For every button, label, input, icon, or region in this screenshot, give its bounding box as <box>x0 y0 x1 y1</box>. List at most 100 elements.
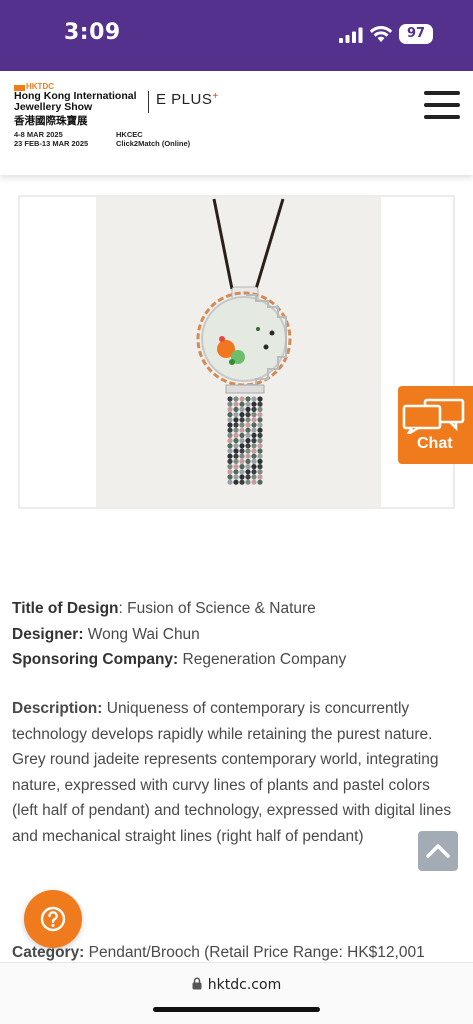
tassel-bead <box>251 432 257 438</box>
tassel-bead <box>251 448 257 454</box>
tassel-bead <box>245 427 251 433</box>
tassel-bead <box>227 406 233 412</box>
tassel-bead <box>245 469 251 475</box>
tassel-bead <box>239 464 245 470</box>
product-image-frame <box>18 195 455 509</box>
tassel-bead <box>257 417 263 423</box>
tassel-bead <box>239 406 245 412</box>
home-indicator[interactable] <box>153 1007 320 1012</box>
tassel-bead <box>245 453 251 459</box>
tassel-bead <box>251 479 257 485</box>
wifi-icon <box>369 26 393 42</box>
url-display[interactable]: hktdc.com <box>0 977 473 993</box>
tassel-bead <box>233 417 239 423</box>
pendant-tassel <box>227 396 263 485</box>
status-time: 3:09 <box>64 20 121 45</box>
tassel-bead <box>227 417 233 423</box>
tassel-bead <box>227 396 233 402</box>
tassel-bead <box>245 443 251 449</box>
tassel-bead <box>257 479 263 485</box>
tassel-bead <box>227 479 233 485</box>
tassel-bead <box>233 396 239 402</box>
show-name-en: Hong Kong International Jewellery Show <box>14 90 137 113</box>
chevron-up-icon <box>426 844 450 858</box>
tassel-bead <box>251 401 257 407</box>
tassel-bead <box>251 443 257 449</box>
chat-button[interactable]: Chat <box>398 386 473 464</box>
sponsor-value: Regeneration Company <box>178 651 347 668</box>
tassel-bead <box>239 422 245 428</box>
tassel-bead <box>233 469 239 475</box>
tassel-bead <box>251 438 257 444</box>
tassel-bead <box>245 432 251 438</box>
tassel-bead <box>227 474 233 480</box>
lock-icon <box>192 977 202 990</box>
tassel-bead <box>227 469 233 475</box>
title-label: Title of Design <box>12 600 119 617</box>
tassel-bead <box>233 412 239 418</box>
tassel-bead <box>239 469 245 475</box>
help-button[interactable] <box>24 890 82 948</box>
tassel-bead <box>251 474 257 480</box>
title-row: Title of Design: Fusion of Science & Nat… <box>12 596 457 622</box>
back-to-top-button[interactable] <box>418 831 458 871</box>
tassel-bead <box>233 443 239 449</box>
tassel-bead <box>233 438 239 444</box>
description-block: Description: Uniqueness of contemporary … <box>12 696 457 849</box>
tassel-bead <box>227 448 233 454</box>
tassel-bead <box>233 458 239 464</box>
question-mark-icon <box>40 906 66 932</box>
tassel-bead <box>233 427 239 433</box>
tassel-bead <box>227 464 233 470</box>
venue-physical: HKCEC <box>116 130 143 139</box>
tassel-bead <box>233 401 239 407</box>
tassel-bead <box>227 438 233 444</box>
cellular-signal-icon <box>339 27 363 43</box>
tassel-bead <box>245 422 251 428</box>
tassel-bead <box>245 396 251 402</box>
tassel-bead <box>239 458 245 464</box>
tassel-bead <box>245 417 251 423</box>
tassel-bead <box>233 464 239 470</box>
tassel-bead <box>257 458 263 464</box>
venue-online: Click2Match (Online) <box>116 139 191 148</box>
tassel-bead <box>233 474 239 480</box>
chat-label: Chat <box>417 435 453 452</box>
tassel-bead <box>239 417 245 423</box>
tassel-bead <box>239 453 245 459</box>
eplus-logo: E PLUS+ <box>156 91 219 108</box>
tassel-bead <box>239 438 245 444</box>
tassel-bead <box>227 453 233 459</box>
tassel-bead <box>245 479 251 485</box>
tassel-bead <box>257 396 263 402</box>
status-bar: 3:09 97 <box>0 0 473 71</box>
eplus-label: E PLUS <box>156 91 213 108</box>
browser-address-bar[interactable]: hktdc.com <box>0 962 473 1024</box>
tassel-bead <box>233 453 239 459</box>
tassel-bead <box>239 396 245 402</box>
tassel-bead <box>227 401 233 407</box>
tassel-bead <box>251 469 257 475</box>
hamburger-icon[interactable] <box>424 91 460 119</box>
tassel-bead <box>239 474 245 480</box>
tassel-bead <box>257 474 263 480</box>
tassel-bead <box>227 443 233 449</box>
date-physical: 4-8 MAR 2025 <box>14 130 63 139</box>
header-divider <box>148 91 149 113</box>
tassel-bead <box>233 479 239 485</box>
designer-value: Wong Wai Chun <box>83 625 200 643</box>
tassel-bead <box>227 427 233 433</box>
tassel-bead <box>233 448 239 454</box>
tassel-bead <box>251 396 257 402</box>
tassel-bead <box>251 412 257 418</box>
description-value: Uniqueness of contemporary is concurrent… <box>12 700 452 845</box>
tassel-bead <box>251 406 257 412</box>
tassel-bead <box>239 432 245 438</box>
tassel-bead <box>257 448 263 454</box>
sponsor-label: Sponsoring Company: <box>12 651 179 668</box>
product-image[interactable] <box>96 197 381 507</box>
tassel-bead <box>257 422 263 428</box>
tassel-bead <box>233 422 239 428</box>
tassel-bead <box>251 453 257 459</box>
tassel-bead <box>257 438 263 444</box>
